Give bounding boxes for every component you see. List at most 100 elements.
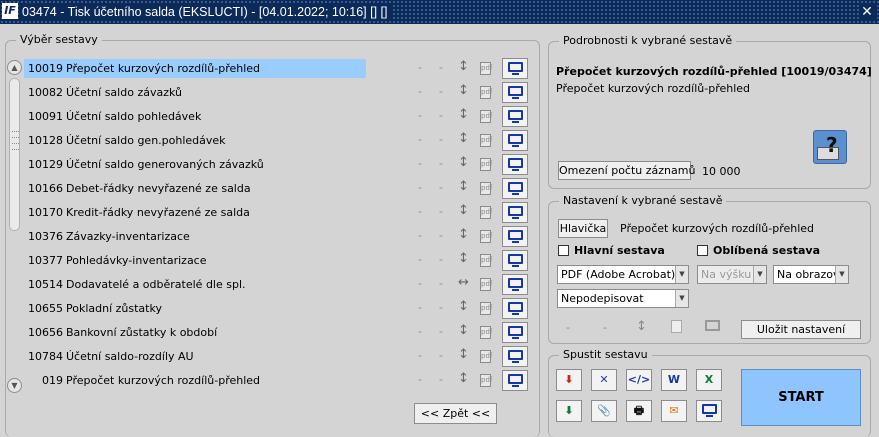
screen-output-button[interactable] (502, 274, 528, 295)
format-select-value: PDF (Adobe Acrobat) (561, 268, 676, 281)
output-select[interactable]: Na obrazovku ▼ (773, 265, 849, 284)
row-dash: - (439, 229, 443, 242)
title-bar: IF 03474 - Tisk účetního salda (EKSLUCTI… (0, 0, 879, 24)
pdf-icon: pdf (480, 302, 492, 315)
start-button[interactable]: START (741, 369, 861, 426)
screen-output-button[interactable] (502, 130, 528, 151)
monitor-icon (508, 254, 523, 264)
signature-select[interactable]: Nepodepisovat ▼ (557, 289, 689, 308)
pdf-icon: pdf (480, 230, 492, 243)
help-icon: ? (826, 133, 838, 157)
settings-screen-icon (705, 320, 720, 331)
report-name: Pokladní zůstatky (66, 302, 162, 315)
screen-output-button[interactable] (502, 154, 528, 175)
monitor-icon (508, 134, 523, 144)
list-item[interactable]: 10655 Pokladní zůstatky - - ↕ pdf (8, 298, 538, 320)
list-item[interactable]: 10082 Účetní saldo závazků - - ↕ pdf (8, 82, 538, 104)
list-item[interactable]: 10656 Bankovní zůstatky k období - - ↕ pdf (8, 322, 538, 344)
orientation-select: Na výšku ▼ (697, 265, 767, 284)
row-dash: - (418, 349, 422, 362)
monitor-stand (512, 337, 519, 339)
excel-icon[interactable]: X (696, 369, 722, 391)
settings-dash-2: - (603, 321, 607, 334)
list-item[interactable]: 10170 Kredit-řádky nevyřazené ze salda - - ↕… (8, 202, 538, 224)
html-code-icon[interactable]: </> (626, 369, 652, 391)
list-item[interactable]: 019 Přepočet kurzových rozdílů-přehled - - ↕… (8, 370, 538, 392)
list-item[interactable]: 10166 Debet-řádky nevyřazené ze salda - - ↕ p… (8, 178, 538, 200)
report-number: 10170 (28, 206, 63, 219)
monitor-stand (706, 415, 713, 417)
list-item[interactable]: 10376 Závazky-inventarizace - - ↕ pdf (8, 226, 538, 248)
monitor-icon (508, 374, 523, 384)
report-name: Účetní saldo závazků (66, 86, 182, 99)
monitor-icon (702, 404, 717, 414)
screen-icon[interactable] (696, 400, 722, 422)
pdf-icon: pdf (480, 158, 492, 171)
row-dash: - (439, 109, 443, 122)
screen-output-button[interactable] (502, 106, 528, 127)
monitor-icon (508, 206, 523, 216)
screen-output-button[interactable] (502, 250, 528, 271)
settings-group-label: Nastavení k vybrané sestavě (559, 194, 727, 207)
tools-icon[interactable]: ✕ (591, 369, 617, 391)
monitor-icon (508, 62, 523, 72)
row-dash: - (439, 349, 443, 362)
list-item[interactable]: 10091 Účetní saldo pohledávek - - ↕ pdf (8, 106, 538, 128)
monitor-stand (512, 169, 519, 171)
attachment-icon[interactable]: 📎 (591, 400, 617, 422)
row-dash: - (418, 301, 422, 314)
help-printer-button[interactable]: ? (813, 130, 847, 164)
screen-output-button[interactable] (502, 322, 528, 343)
format-select[interactable]: PDF (Adobe Acrobat) ▼ (557, 265, 689, 284)
screen-output-button[interactable] (502, 298, 528, 319)
main-report-checkbox[interactable] (558, 245, 569, 256)
report-name: Pohledávky-inventarizace (66, 254, 207, 267)
report-number: 10166 (28, 182, 63, 195)
window-title: 03474 - Tisk účetního salda (EKSLUCTI) -… (22, 5, 388, 19)
chevron-down-icon: ▼ (753, 266, 766, 283)
list-item[interactable]: 10784 Účetní saldo-rozdíly AU - - ↕ pdf (8, 346, 538, 368)
report-number: 10091 (28, 110, 63, 123)
pdf-export-icon[interactable]: ⬇ (556, 369, 582, 391)
monitor-stand (512, 121, 519, 123)
report-number: 10656 (28, 326, 63, 339)
row-dash: - (418, 205, 422, 218)
favorite-report-label: Oblíbená sestava (713, 244, 821, 257)
report-number: 10082 (28, 86, 63, 99)
back-button[interactable]: << Zpět << (414, 403, 497, 424)
report-name: Přepočet kurzových rozdílů-přehled (66, 62, 261, 75)
orientation-arrow-icon: ↔ (458, 275, 469, 290)
screen-output-button[interactable] (502, 82, 528, 103)
monitor-stand (512, 385, 519, 387)
screen-output-button[interactable] (502, 370, 528, 391)
main-report-label: Hlavní sestava (574, 244, 665, 257)
monitor-stand (512, 193, 519, 195)
monitor-stand (512, 241, 519, 243)
screen-output-button[interactable] (502, 178, 528, 199)
download-icon[interactable]: ⬇ (556, 400, 582, 422)
settings-pdf-icon (671, 320, 682, 333)
screen-output-button[interactable] (502, 226, 528, 247)
save-settings-button[interactable]: Uložit nastavení (741, 320, 861, 339)
list-item[interactable]: 10377 Pohledávky-inventarizace - - ↕ pdf (8, 250, 538, 272)
favorite-report-checkbox[interactable] (697, 245, 708, 256)
email-icon[interactable]: ✉ (661, 400, 687, 422)
orientation-arrow-icon: ↕ (458, 107, 469, 122)
list-item[interactable]: 10019 Přepočet kurzových rozdílů-přehled -… (8, 58, 538, 80)
limit-records-button[interactable]: Omezení počtu záznamů (558, 161, 695, 180)
list-item[interactable]: 10128 Účetní saldo gen.pohledávek - - ↕ pdf (8, 130, 538, 152)
close-icon[interactable]: ✕ (859, 4, 875, 20)
header-text: Přepočet kurzových rozdílů-přehled (620, 222, 815, 235)
header-button[interactable]: Hlavička (558, 219, 608, 238)
row-dash: - (439, 325, 443, 338)
monitor-icon (508, 350, 523, 360)
screen-output-button[interactable] (502, 58, 528, 79)
pdf-icon: pdf (480, 206, 492, 219)
word-icon[interactable]: W (661, 369, 687, 391)
printer-icon[interactable]: 🖶 (626, 400, 652, 422)
screen-output-button[interactable] (502, 346, 528, 367)
list-item[interactable]: 10129 Účetní saldo generovaných závazků - -… (8, 154, 538, 176)
orientation-arrow-icon: ↕ (458, 131, 469, 146)
screen-output-button[interactable] (502, 202, 528, 223)
list-item[interactable]: 10514 Dodavatelé a odběratelé dle spl. - - ↔… (8, 274, 538, 296)
